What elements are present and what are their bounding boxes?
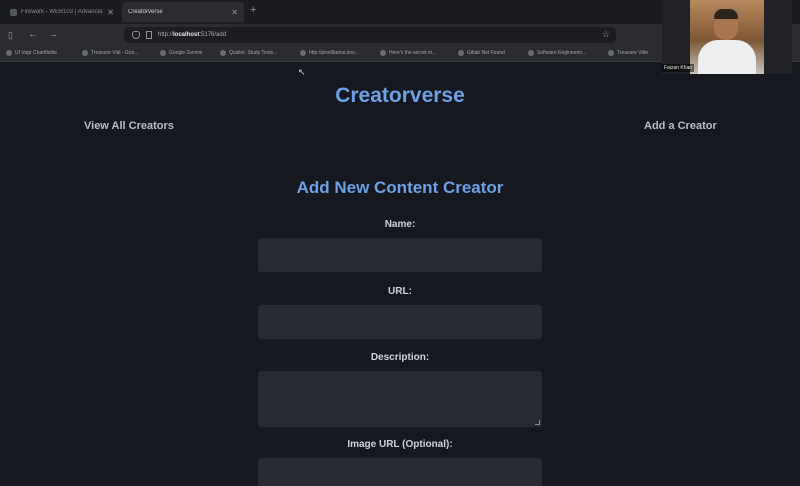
resize-handle-icon[interactable] xyxy=(535,420,540,425)
description-label: Description: xyxy=(370,352,430,363)
bookmark-icon xyxy=(220,50,226,56)
bookmark-icon xyxy=(82,50,88,56)
webcam-name-label: Faizan Khan xyxy=(662,64,695,72)
bookmark-item[interactable]: Treasure Vide xyxy=(608,50,648,56)
shield-icon xyxy=(132,31,140,39)
bookmark-item[interactable]: Here's the secret m... xyxy=(380,50,436,56)
bookmark-item[interactable]: Quizlet: Study Tools... xyxy=(220,50,277,56)
bookmark-icon xyxy=(160,50,166,56)
mouse-cursor-icon: ↖ xyxy=(298,67,306,77)
url-host: localhost xyxy=(173,32,200,38)
forward-icon[interactable]: → xyxy=(48,28,58,42)
add-creator-link[interactable]: Add a Creator xyxy=(644,120,717,132)
star-icon[interactable]: ☆ xyxy=(602,29,610,40)
bookmark-icon xyxy=(458,50,464,56)
page-icon xyxy=(146,31,152,39)
close-icon[interactable]: ✕ xyxy=(231,8,238,17)
tab-creatorverse[interactable]: Creatorverse ✕ xyxy=(122,2,244,22)
form-heading: Add New Content Creator xyxy=(296,178,504,197)
url-input[interactable] xyxy=(258,305,542,339)
bookmark-icon xyxy=(608,50,614,56)
bookmark-item[interactable]: http://pixellbama.kno... xyxy=(300,50,359,56)
view-all-creators-link[interactable]: View All Creators xyxy=(84,120,174,132)
name-label: Name: xyxy=(384,219,416,230)
favicon-icon xyxy=(10,8,17,16)
name-input[interactable] xyxy=(258,238,542,272)
person-body xyxy=(698,40,756,74)
close-icon[interactable]: ✕ xyxy=(107,8,114,17)
bookmark-icon xyxy=(6,50,12,56)
back-icon[interactable]: ← xyxy=(28,28,38,42)
bookmark-item[interactable]: Google Gemini xyxy=(160,50,202,56)
tab-title: Creatorverse xyxy=(128,9,163,15)
site-title: Creatorverse xyxy=(335,84,465,107)
image-url-input[interactable] xyxy=(258,458,542,486)
url-label: URL: xyxy=(388,286,412,297)
new-tab-button[interactable]: + xyxy=(250,4,256,16)
description-textarea[interactable] xyxy=(258,371,542,427)
tab-title: Firework - WEB103 | Advanced xyxy=(21,9,104,15)
tab-firework[interactable]: Firework - WEB103 | Advanced ✕ xyxy=(4,2,120,22)
url-prefix: http:// xyxy=(158,32,174,38)
webcam-video xyxy=(690,0,764,74)
bookmark-item[interactable]: Gitlab Not Found xyxy=(458,50,505,56)
bookmark-item[interactable]: Software Engineerin... xyxy=(528,50,586,56)
person-hair xyxy=(714,9,738,19)
bookmark-item[interactable]: UI Vagr Chartfields xyxy=(6,50,57,56)
sidebar-icon[interactable]: ▯ xyxy=(8,28,13,42)
bookmark-icon xyxy=(380,50,386,56)
address-bar[interactable]: http:// localhost :5176/add ☆ xyxy=(124,27,616,43)
bookmark-item[interactable]: Treasure Vidi - Goo... xyxy=(82,50,139,56)
bookmark-icon xyxy=(300,50,306,56)
webcam-overlay: Faizan Khan xyxy=(662,0,792,74)
bookmark-icon xyxy=(528,50,534,56)
url-path: :5176/add xyxy=(199,32,227,38)
image-url-label: Image URL (Optional): xyxy=(347,439,453,450)
